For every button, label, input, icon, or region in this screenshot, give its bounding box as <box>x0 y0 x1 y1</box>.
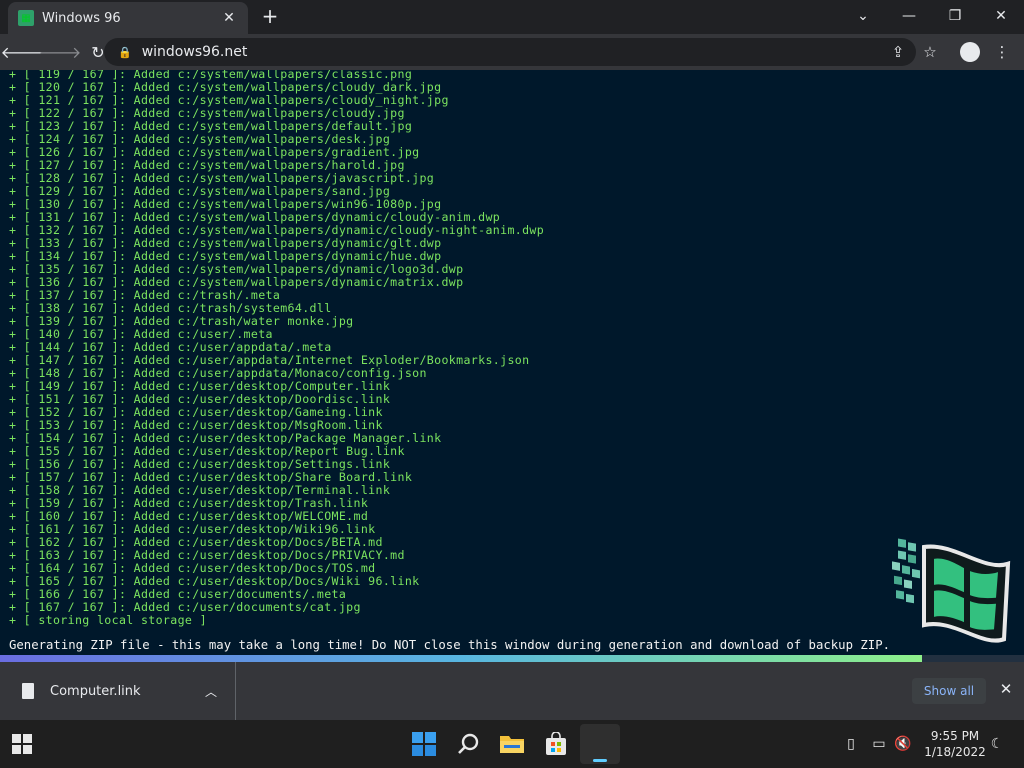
restore-button[interactable]: ❐ <box>932 0 978 32</box>
browser-chrome: ▦ Windows 96 ✕ + ⌄ — ❐ ✕ 🡐 🡒 ↻ 🔒 windows… <box>0 0 1024 70</box>
url-text: windows96.net <box>141 44 248 60</box>
tab-close-icon[interactable]: ✕ <box>220 10 238 26</box>
minimize-button[interactable]: — <box>886 0 932 32</box>
close-window-button[interactable]: ✕ <box>978 0 1024 32</box>
clock-date: 1/18/2022 <box>924 745 986 759</box>
address-bar[interactable]: 🔒 windows96.net <box>104 38 916 66</box>
close-downloads-icon[interactable]: ✕ <box>996 680 1016 700</box>
zip-progress-bar <box>0 655 1024 662</box>
clock-time: 9:55 PM <box>930 729 980 743</box>
file-explorer-button[interactable] <box>492 724 532 764</box>
download-item[interactable]: Computer.link ︿ <box>0 662 236 720</box>
download-file-name: Computer.link <box>50 683 141 699</box>
tab-title: Windows 96 <box>42 10 121 26</box>
share-icon[interactable]: ⇪ <box>884 38 912 66</box>
browser-taskbar-button[interactable] <box>580 724 620 764</box>
log-lines: + [ 119 / 167 ]: Added c:/system/wallpap… <box>9 70 544 627</box>
network-icon[interactable]: ▭ <box>868 734 890 754</box>
new-tab-button[interactable]: + <box>260 6 280 26</box>
tab-search-chevron-icon[interactable]: ⌄ <box>840 0 886 32</box>
windows11-start-button[interactable] <box>404 724 444 764</box>
store-bag-icon <box>546 732 566 755</box>
lock-icon[interactable]: 🔒 <box>118 46 132 59</box>
windows96-logo-icon <box>892 538 1011 643</box>
search-button[interactable] <box>448 724 488 764</box>
forward-button[interactable]: 🡒 <box>39 36 82 68</box>
profile-avatar-icon[interactable] <box>956 38 984 66</box>
tab-windows96[interactable]: ▦ Windows 96 ✕ <box>8 2 248 34</box>
windows11-logo-icon <box>412 732 436 756</box>
windows96-favicon-icon: ▦ <box>18 10 34 26</box>
tab-strip: ▦ Windows 96 ✕ + ⌄ — ❐ ✕ <box>0 0 1024 34</box>
chevron-up-icon[interactable]: ︿ <box>205 683 217 700</box>
search-icon <box>458 733 479 754</box>
volume-muted-icon[interactable]: 🔇 <box>892 734 914 754</box>
file-icon <box>22 683 34 699</box>
zip-status-message: Generating ZIP file - this may take a lo… <box>0 636 1024 654</box>
show-all-button[interactable]: Show all <box>912 678 986 704</box>
focus-assist-moon-icon[interactable]: ☾ <box>986 734 1008 754</box>
downloads-bar: Computer.link ︿ Show all ✕ <box>0 662 1024 720</box>
folder-icon <box>500 736 524 753</box>
device-icon[interactable]: ▯ <box>840 734 862 754</box>
bookmark-star-icon[interactable]: ☆ <box>916 38 944 66</box>
microsoft-store-button[interactable] <box>536 724 576 764</box>
start-button[interactable] <box>2 724 42 764</box>
clock[interactable]: 9:55 PM 1/18/2022 <box>920 728 990 760</box>
terminal-output: + [ 119 / 167 ]: Added c:/system/wallpap… <box>0 70 1024 656</box>
windows-start-icon <box>12 734 32 754</box>
taskbar: ▯ ▭ 🔇 9:55 PM 1/18/2022 ☾ <box>0 720 1024 768</box>
active-app-indicator <box>593 759 607 762</box>
back-button[interactable]: 🡐 <box>1 36 44 68</box>
log-line: + [ storing local storage ] <box>9 613 207 627</box>
zip-progress-fill <box>0 655 922 662</box>
menu-kebab-icon[interactable]: ⋮ <box>988 38 1016 66</box>
